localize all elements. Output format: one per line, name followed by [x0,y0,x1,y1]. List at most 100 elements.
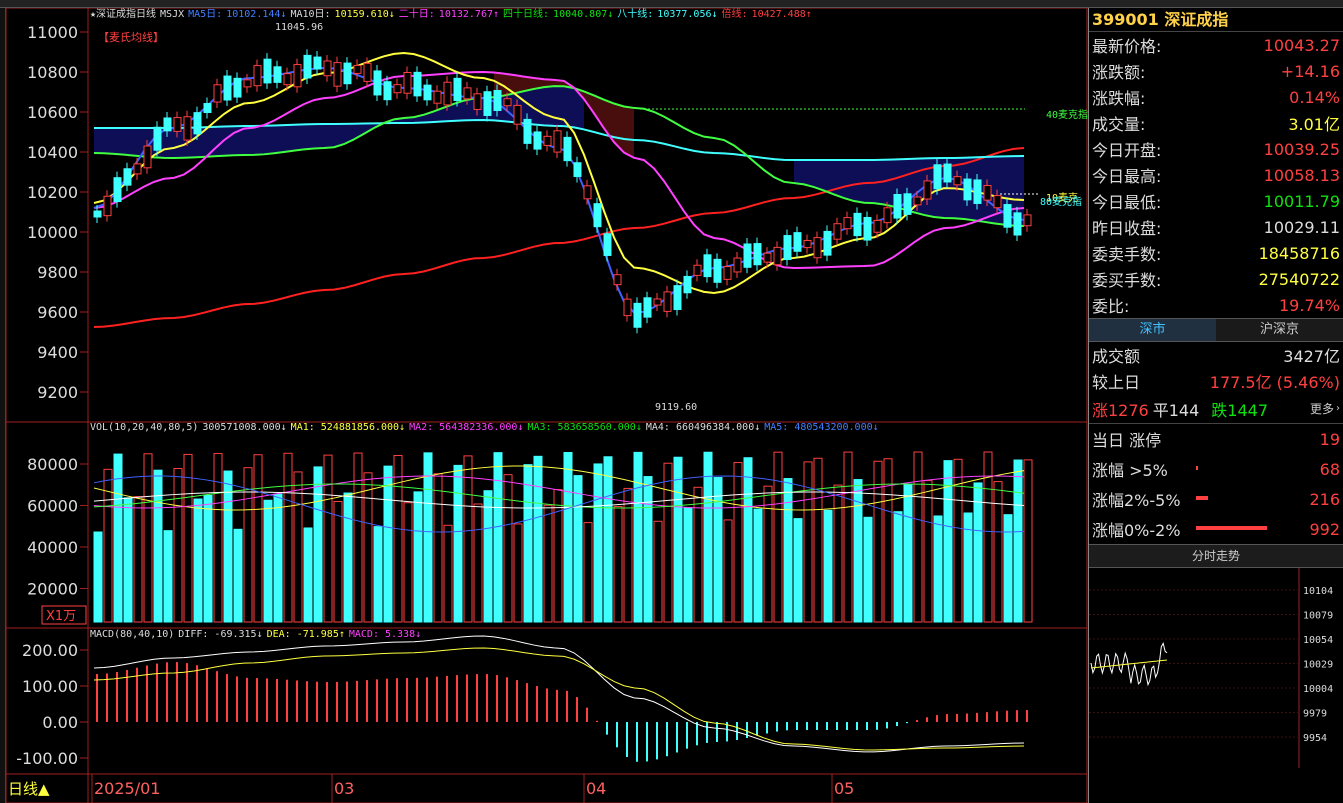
candle-body [663,291,672,312]
volume-bar [323,454,333,623]
quote-row-value: 10029.11 [1263,217,1340,237]
intraday-title[interactable]: 分时走势 [1089,544,1343,568]
volume-bar [883,458,893,623]
volume-bar [523,464,533,623]
candle-body [453,77,462,102]
volume-bar [333,500,343,623]
period-toggle-button[interactable]: 日线▲ [8,780,50,798]
index-name: 深证成指 [1164,10,1229,29]
quote-row-label: 委卖手数: [1092,245,1162,264]
price-y-tick-label: 9400 [37,343,78,362]
candle-body [813,237,822,259]
candle-body [363,62,372,82]
limit-bar-track [1196,436,1300,442]
volume-bar [573,475,583,623]
candle-body [523,118,532,144]
volume-bar [343,492,353,623]
quote-row-label: 昨日收盘: [1092,219,1162,238]
candle-body [993,195,1002,209]
macd-dea-line [93,647,1025,751]
volume-bar [733,462,743,623]
candle-body [803,239,812,249]
legend-double-label: 倍线: [721,9,748,20]
volume-bar [933,515,943,623]
candle-body [183,116,192,141]
index-code: 399001 [1092,10,1159,29]
volume-bar [463,455,473,623]
candle-body [1003,204,1012,228]
tab-shenzhen[interactable]: 深市 [1089,319,1216,341]
candle-body [853,212,862,237]
candle-body [253,65,262,87]
volume-bar [553,489,563,623]
limit-row: 当日 涨停 19 [1089,424,1343,454]
candle-body [543,135,552,146]
volume-bar [843,451,853,623]
candle-body [173,117,182,132]
limit-row-value: 68 [1319,459,1340,479]
volume-bar [443,524,453,623]
volume-bar [923,480,933,623]
volume-bar [193,498,203,623]
quote-row: 最新价格: 10043.27 [1089,32,1343,58]
limit-row-label: 涨幅0%-2% [1092,521,1181,540]
volume-bar [793,518,803,623]
volume-bar [603,456,613,623]
volume-bar [753,508,763,623]
volume-bar [803,461,813,623]
chevron-right-icon[interactable]: › [1336,403,1340,414]
candle-body [933,164,942,190]
volume-unit-label: X1万 [46,609,76,624]
candle-body [613,274,622,286]
candle-body [133,163,142,175]
macd-legend-dea: DEA: -71.985↑ [266,629,345,640]
volume-bar [833,484,843,623]
candle-body [223,75,232,101]
volume-bar [383,465,393,623]
volume-bar [513,523,523,623]
candle-body [673,285,682,311]
quote-row-value: 18458716 [1258,243,1340,263]
candle-body [913,196,922,206]
candle-body [243,79,252,88]
more-button[interactable]: 更多 [1310,400,1334,417]
limit-row: 涨幅 >5% 68 [1089,454,1343,484]
quote-row: 委比: 19.74% [1089,292,1343,318]
candle-body [983,185,992,201]
volume-bar [93,531,103,623]
volume-bar [153,469,163,623]
volume-bar [133,496,143,623]
candle-body [573,162,582,177]
candle-body [333,62,342,87]
quote-row-label: 涨跌额: [1092,63,1146,82]
volume-bar [863,516,873,623]
price-y-tick-label: 10200 [27,183,78,202]
volume-bar [593,463,603,623]
right-label-80: 80麦克指 [1040,195,1082,208]
quote-row-value: 10043.27 [1263,35,1340,55]
intraday-chart[interactable]: 10104 10079 10054 10029 10004 9979 9954 [1089,568,1343,768]
tab-hushenjing[interactable]: 沪深京 [1216,319,1343,341]
price-y-tick-label: 10600 [27,103,78,122]
limit-bar [1196,496,1209,500]
right-label-40: 40麦克指 [1046,108,1088,121]
candle-body [643,297,652,318]
candle-body [413,71,422,97]
compare-label: 较上日 [1092,373,1141,392]
volume-bar [973,482,983,623]
kline-chart-area[interactable]: 11000 10800 10600 10400 10200 10000 9800 9600 94… [0,8,1088,803]
volume-bar [823,509,833,623]
price-y-tick-label: 10800 [27,63,78,82]
price-y-tick-label: 10000 [27,223,78,242]
quote-row: 委买手数: 27540722 [1089,266,1343,292]
quote-row: 今日最低: 10011.79 [1089,188,1343,214]
volume-bar [613,506,623,623]
candle-body [873,219,882,233]
candle-body [323,60,332,77]
volume-bar [363,472,373,623]
quote-row-label: 涨跌幅: [1092,89,1146,108]
intraday-tick-label: 10104 [1303,586,1333,597]
candle-body [433,90,442,104]
intraday-tick-label: 10029 [1303,660,1333,671]
candle-body [583,185,592,200]
